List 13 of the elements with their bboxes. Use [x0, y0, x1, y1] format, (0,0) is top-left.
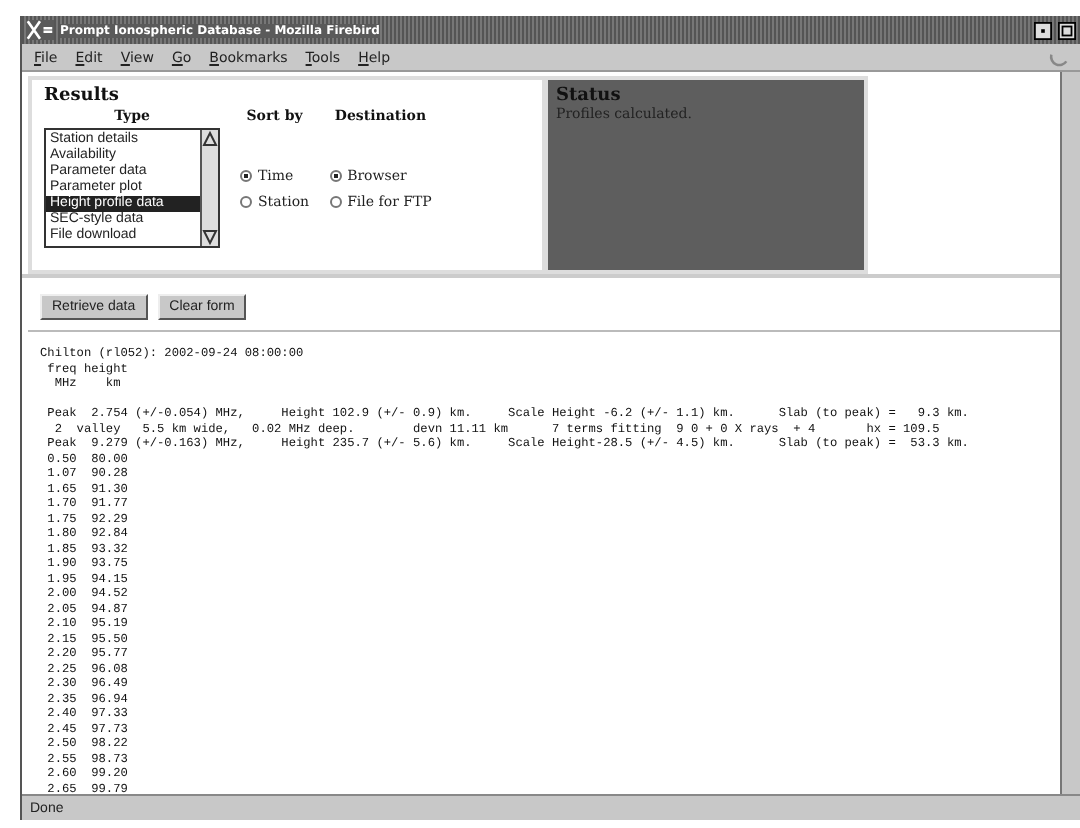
- radio-button[interactable]: [329, 196, 342, 208]
- scrollbar[interactable]: [200, 130, 218, 246]
- down-arrow-icon[interactable]: [202, 228, 218, 246]
- minimize-button[interactable]: [1034, 21, 1052, 39]
- up-arrow-icon[interactable]: [202, 130, 218, 148]
- x-logo-icon: [26, 20, 54, 40]
- maximize-button[interactable]: [1058, 21, 1076, 39]
- status-title: Status: [556, 86, 623, 106]
- scrollbar[interactable]: [1060, 72, 1080, 794]
- radio-button[interactable]: [329, 170, 342, 182]
- radio-button[interactable]: [240, 170, 252, 182]
- radio-button[interactable]: [240, 196, 252, 208]
- results-title: Results: [44, 86, 121, 106]
